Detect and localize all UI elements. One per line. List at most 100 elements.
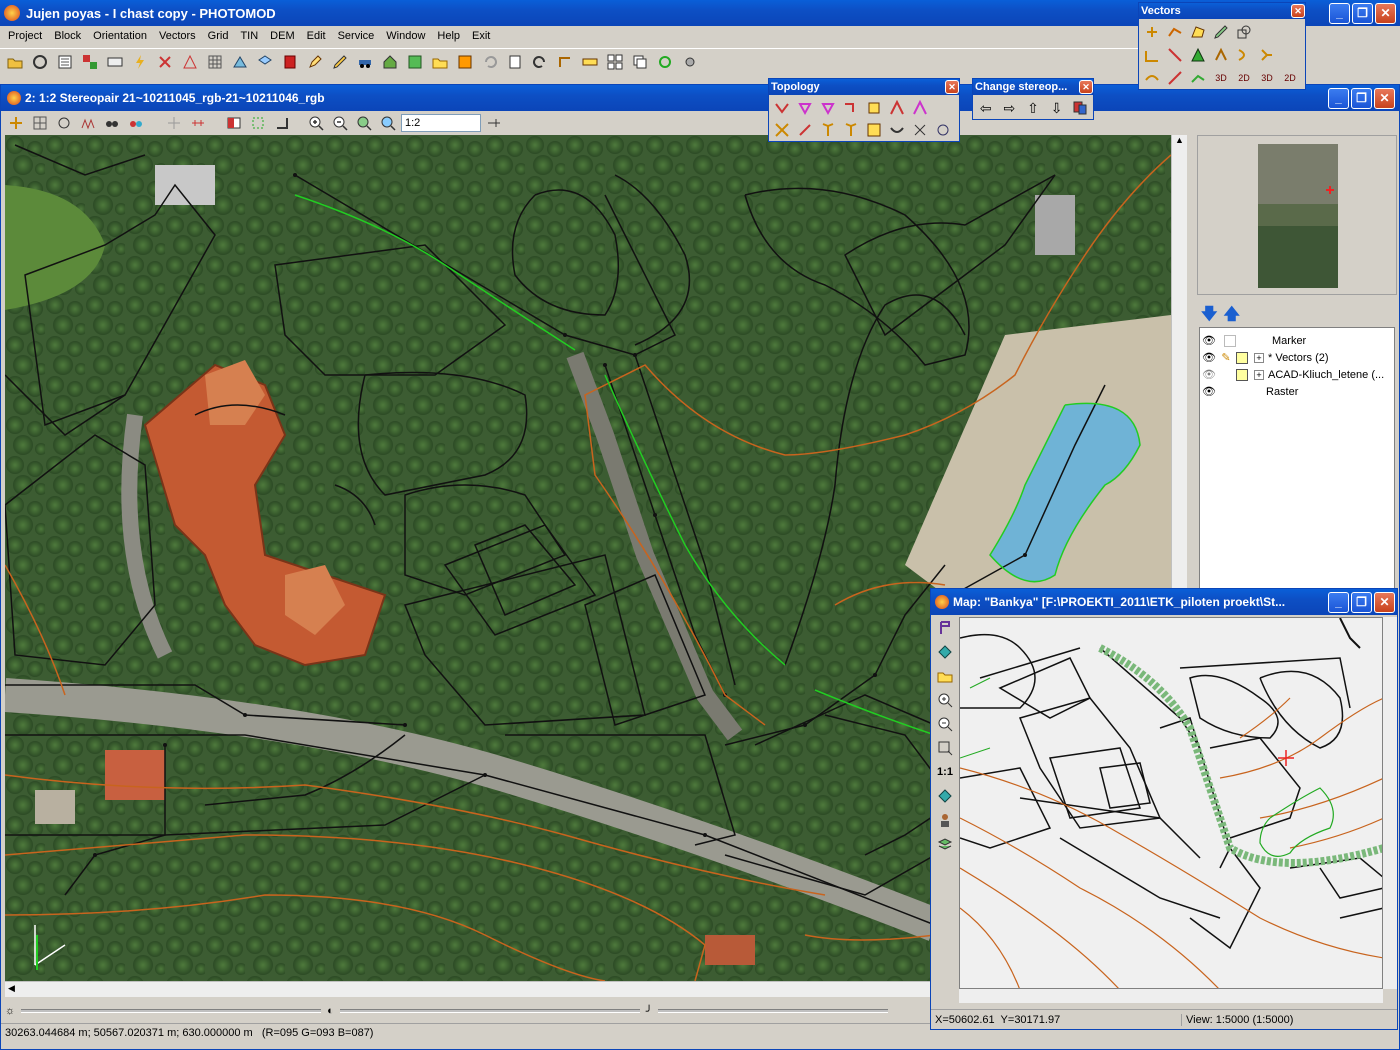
redo-icon[interactable] (529, 51, 551, 73)
book-icon[interactable] (279, 51, 301, 73)
map-canvas[interactable] (959, 617, 1383, 989)
triangulation-icon[interactable] (229, 51, 251, 73)
move-up-icon[interactable]: 🡅 (1223, 303, 1239, 325)
menu-orientation[interactable]: Orientation (87, 26, 153, 46)
eye-icon[interactable]: 👁 (1200, 334, 1218, 347)
close-button[interactable]: ✕ (1375, 2, 1396, 24)
overview-thumbnail[interactable] (1198, 136, 1398, 294)
map-zoom-out-icon[interactable] (934, 713, 956, 735)
topo-curve-icon[interactable] (886, 119, 908, 141)
draw-icon[interactable] (1210, 21, 1232, 43)
table-icon[interactable] (404, 51, 426, 73)
topo-branch-icon[interactable] (817, 119, 839, 141)
zoom-fit-icon[interactable] (377, 112, 399, 134)
windows-icon[interactable] (604, 51, 626, 73)
mosaic-icon[interactable] (79, 51, 101, 73)
pencil-icon[interactable] (329, 51, 351, 73)
expand-icon[interactable]: + (1254, 369, 1264, 380)
topo-angle-icon[interactable] (886, 97, 908, 119)
topo-trim-icon[interactable] (794, 119, 816, 141)
grid-snap-icon[interactable] (29, 112, 51, 134)
arrow-edit-icon[interactable] (1164, 67, 1186, 89)
vertex-move-icon[interactable] (1141, 44, 1163, 66)
to-2d-all-icon[interactable]: 2D (1279, 67, 1301, 89)
topo-cut-icon[interactable] (909, 119, 931, 141)
document-icon[interactable] (504, 51, 526, 73)
map-minimize-button[interactable]: _ (1328, 591, 1349, 613)
split-view-icon[interactable] (223, 112, 245, 134)
layer-row-marker[interactable]: 👁 Marker (1200, 332, 1394, 349)
maximize-button[interactable]: ❐ (1352, 2, 1373, 24)
topo-fork-icon[interactable] (840, 119, 862, 141)
double-cross-icon[interactable] (187, 112, 209, 134)
add-point-icon[interactable] (1141, 21, 1163, 43)
points-icon[interactable] (154, 51, 176, 73)
vectors-toolbar-close-button[interactable]: ✕ (1291, 4, 1305, 18)
map-stack-icon[interactable] (934, 833, 956, 855)
topology-toolbar-close-button[interactable]: ✕ (945, 80, 959, 94)
glasses-icon[interactable] (101, 112, 123, 134)
map-vertical-scrollbar[interactable] (1383, 617, 1397, 989)
layer-row-vectors[interactable]: 👁 ✎ + * Vectors (2) (1200, 349, 1394, 366)
topo-close-icon[interactable] (794, 97, 816, 119)
crosshair-icon[interactable] (163, 112, 185, 134)
map-horizontal-scrollbar[interactable] (959, 989, 1383, 1003)
settings-icon[interactable] (679, 51, 701, 73)
pin-icon[interactable] (483, 112, 505, 134)
move-down-icon[interactable]: 🡇 (1201, 303, 1217, 325)
stereo-horizontal-scrollbar[interactable]: ◀ (5, 981, 931, 997)
smooth-icon[interactable] (1141, 67, 1163, 89)
people-icon[interactable] (77, 112, 99, 134)
layers-icon[interactable] (254, 51, 276, 73)
menu-exit[interactable]: Exit (466, 26, 496, 46)
eye-icon[interactable]: 👁 (1200, 368, 1218, 381)
folder-icon[interactable] (429, 51, 451, 73)
menu-service[interactable]: Service (332, 26, 381, 46)
stereo-toolbar-close-button[interactable]: ✕ (1079, 80, 1093, 94)
map-open-icon[interactable] (934, 665, 956, 687)
map-layer-icon[interactable] (934, 641, 956, 663)
polyline-icon[interactable] (1164, 21, 1186, 43)
topo-frame-icon[interactable] (863, 119, 885, 141)
layer-row-acad[interactable]: 👁 + ACAD-Kliuch_letene (... (1200, 366, 1394, 383)
topo-node-icon[interactable] (817, 97, 839, 119)
map-tool-icon[interactable] (934, 617, 956, 639)
keyboard-icon[interactable] (104, 51, 126, 73)
up-pair-icon[interactable]: ⇧ (1022, 97, 1044, 119)
contrast-slider[interactable] (339, 1009, 640, 1013)
down-pair-icon[interactable]: ⇩ (1046, 97, 1068, 119)
brightness-slider[interactable] (21, 1009, 322, 1013)
zoom-combo[interactable]: 1:2 (401, 114, 481, 132)
anaglyph-icon[interactable] (125, 112, 147, 134)
topo-peak-icon[interactable] (909, 97, 931, 119)
export-icon[interactable] (454, 51, 476, 73)
lightning-icon[interactable] (129, 51, 151, 73)
map-person-icon[interactable] (934, 809, 956, 831)
expand-icon[interactable]: + (1254, 352, 1264, 363)
stereo-minimize-button[interactable]: _ (1328, 87, 1349, 109)
corner-icon[interactable] (271, 112, 293, 134)
vehicle-icon[interactable] (354, 51, 376, 73)
undo-icon[interactable] (479, 51, 501, 73)
layer-row-raster[interactable]: 👁 Raster (1200, 383, 1394, 400)
next-pair-icon[interactable]: ⇨ (999, 97, 1021, 119)
eye-icon[interactable]: 👁 (1200, 351, 1218, 364)
grid-icon[interactable] (204, 51, 226, 73)
sync-icon[interactable] (654, 51, 676, 73)
menu-vectors[interactable]: Vectors (153, 26, 202, 46)
stereo-close-button[interactable]: ✕ (1374, 87, 1395, 109)
zoom-extent-icon[interactable] (353, 112, 375, 134)
map-zoom-window-icon[interactable] (934, 737, 956, 759)
minimize-button[interactable]: _ (1329, 2, 1350, 24)
tie-points-icon[interactable] (179, 51, 201, 73)
cascade-icon[interactable] (629, 51, 651, 73)
topo-snap-icon[interactable] (771, 97, 793, 119)
join-icon[interactable] (1233, 44, 1255, 66)
orientation-icon[interactable] (29, 51, 51, 73)
to-3d-icon[interactable]: 3D (1210, 67, 1232, 89)
topo-cross-icon[interactable] (771, 119, 793, 141)
polygon-icon[interactable] (1187, 21, 1209, 43)
topo-area-icon[interactable] (863, 97, 885, 119)
menu-help[interactable]: Help (431, 26, 466, 46)
open-project-icon[interactable] (4, 51, 26, 73)
